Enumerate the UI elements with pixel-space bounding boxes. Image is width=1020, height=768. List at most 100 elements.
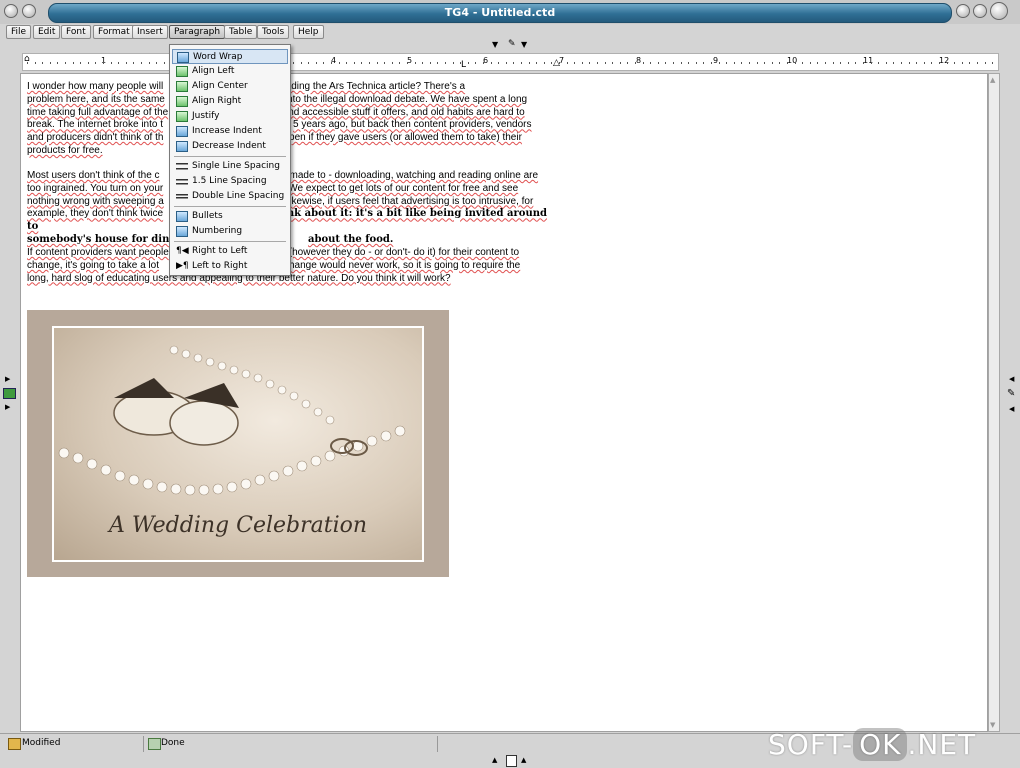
menu-help[interactable]: Help: [293, 25, 324, 39]
menu-item-decrease-indent[interactable]: Decrease Indent: [172, 139, 288, 154]
scroll-down-icon[interactable]: ▼: [990, 721, 995, 729]
window-shade-icon[interactable]: [22, 4, 36, 18]
double-spacing-icon: [176, 191, 188, 202]
ruler-tick: [353, 62, 355, 64]
scroll-up-icon[interactable]: ▲: [492, 756, 497, 764]
brush-icon[interactable]: ✎: [1007, 388, 1015, 399]
ruler-tick: [749, 62, 750, 64]
menu-item-align-center[interactable]: Align Center: [172, 79, 288, 94]
text-line: (however they do - or don't- do it) for …: [288, 247, 520, 258]
menu-insert[interactable]: Insert: [132, 25, 168, 39]
menu-font[interactable]: Font: [61, 25, 91, 39]
menu-item-numbering[interactable]: Numbering: [172, 224, 288, 239]
maximize-icon[interactable]: [973, 4, 987, 18]
pen-icon[interactable]: ✎: [508, 39, 516, 49]
menu-edit[interactable]: Edit: [33, 25, 61, 39]
text-line: example, they don't think twice: [27, 208, 164, 220]
expand-right-icon[interactable]: ◀: [1009, 405, 1014, 413]
ruler-tick: [323, 62, 325, 64]
ruler-tick: [513, 62, 515, 64]
ruler-number: 11: [863, 56, 874, 65]
ruler-tick: [825, 62, 826, 64]
ruler-tick: [437, 62, 439, 64]
text-line: ppen if they gave users (or allowed them…: [283, 132, 522, 144]
ruler-tick: [589, 62, 591, 64]
ruler-tick: [665, 62, 667, 64]
ruler-tick: [870, 62, 872, 64]
menu-tools[interactable]: Tools: [257, 25, 290, 39]
menu-item-left-to-right[interactable]: ▶¶ Left to Right: [172, 259, 288, 274]
ruler-tick: [369, 62, 370, 64]
menu-item-label: Right to Left: [192, 246, 248, 256]
menu-format[interactable]: Format: [93, 25, 135, 39]
toolbar-strip: ▼ ✎ ▼: [0, 39, 1020, 52]
bullets-icon: [176, 211, 188, 222]
expand-right-icon[interactable]: ◀: [1009, 375, 1014, 383]
image-icon[interactable]: [3, 388, 16, 399]
menu-item-single-spacing[interactable]: Single Line Spacing: [172, 159, 288, 174]
text-line: We expect to get lots of our content for…: [288, 182, 519, 194]
scroll-up-icon[interactable]: ▲: [990, 76, 995, 84]
text-line: time taking full advantage of the: [27, 106, 169, 118]
menu-item-align-right[interactable]: Align Right: [172, 94, 288, 109]
ruler-tick: [916, 62, 918, 64]
menu-item-double-spacing[interactable]: Double Line Spacing: [172, 189, 288, 204]
scroll-up-icon[interactable]: ▲: [521, 756, 526, 764]
ruler-tick: [847, 62, 849, 64]
menu-item-one-half-spacing[interactable]: 1.5 Line Spacing: [172, 174, 288, 189]
menu-paragraph[interactable]: Paragraph: [169, 25, 226, 39]
align-right-icon: [176, 96, 188, 107]
align-center-icon: [176, 81, 188, 92]
ruler-number: 9: [713, 56, 719, 65]
vertical-scrollbar[interactable]: ▲ ▼: [988, 73, 1000, 732]
ruler-tick: [688, 62, 690, 64]
ruler-tick: [87, 62, 89, 64]
ruler-tick: [308, 62, 310, 64]
ruler-tick: [57, 62, 59, 64]
menu-separator: [174, 241, 286, 242]
ruler-number: 8: [636, 56, 642, 65]
ruler-tick: [977, 62, 978, 64]
ruler-tick: [581, 62, 583, 64]
ruler-tick: [163, 62, 165, 64]
ruler-tick: [771, 62, 773, 64]
menu-item-bullets[interactable]: Bullets: [172, 209, 288, 224]
menu-item-word-wrap[interactable]: Word Wrap: [172, 49, 288, 64]
window-menu-icon[interactable]: [4, 4, 18, 18]
ruler-tick: [642, 62, 644, 64]
ruler-tick: [407, 62, 408, 64]
text-line: nd accessible stuff it offers, and old h…: [288, 106, 525, 118]
menu-item-label: Increase Indent: [192, 126, 262, 136]
text-line: too ingrained. You turn on your: [27, 182, 164, 194]
menu-item-justify[interactable]: Justify: [172, 109, 288, 124]
minimize-icon[interactable]: [956, 4, 970, 18]
window-title: TG4 - Untitled.ctd: [444, 6, 556, 19]
menu-file[interactable]: File: [6, 25, 32, 39]
close-icon[interactable]: [990, 2, 1008, 20]
menu-table[interactable]: Table: [224, 25, 258, 39]
ruler-tick: [726, 62, 728, 64]
menu-item-right-to-left[interactable]: ¶◀ Right to Left: [172, 244, 288, 259]
wedding-image[interactable]: A Wedding Celebration: [27, 310, 449, 577]
watermark-pill: OK: [853, 728, 908, 761]
expand-left-icon[interactable]: ▶: [5, 403, 10, 411]
ruler-tick: [657, 62, 659, 64]
ruler-tick: [961, 62, 963, 64]
toolbar-collapse-icon[interactable]: ▼: [492, 40, 498, 49]
ruler-tick: [156, 62, 158, 64]
ruler-tick: [133, 62, 135, 64]
menu-bar: File Edit Font Format Insert Paragraph T…: [0, 24, 1020, 40]
menu-separator: [174, 156, 286, 157]
menu-item-increase-indent[interactable]: Increase Indent: [172, 124, 288, 139]
ruler-tick: [840, 62, 842, 64]
text-line: and producers didn't think of th: [27, 132, 164, 144]
ruler-tick: [490, 62, 492, 64]
expand-left-icon[interactable]: ▶: [5, 375, 10, 383]
ruler-tick: [787, 62, 788, 64]
ruler-tick: [885, 62, 887, 64]
pen-dropdown-icon[interactable]: ▼: [521, 40, 527, 49]
page-icon[interactable]: [506, 755, 517, 767]
ruler-tick: [718, 62, 720, 64]
tab-stop-icon[interactable]: L: [461, 60, 466, 70]
menu-item-align-left[interactable]: Align Left: [172, 64, 288, 79]
